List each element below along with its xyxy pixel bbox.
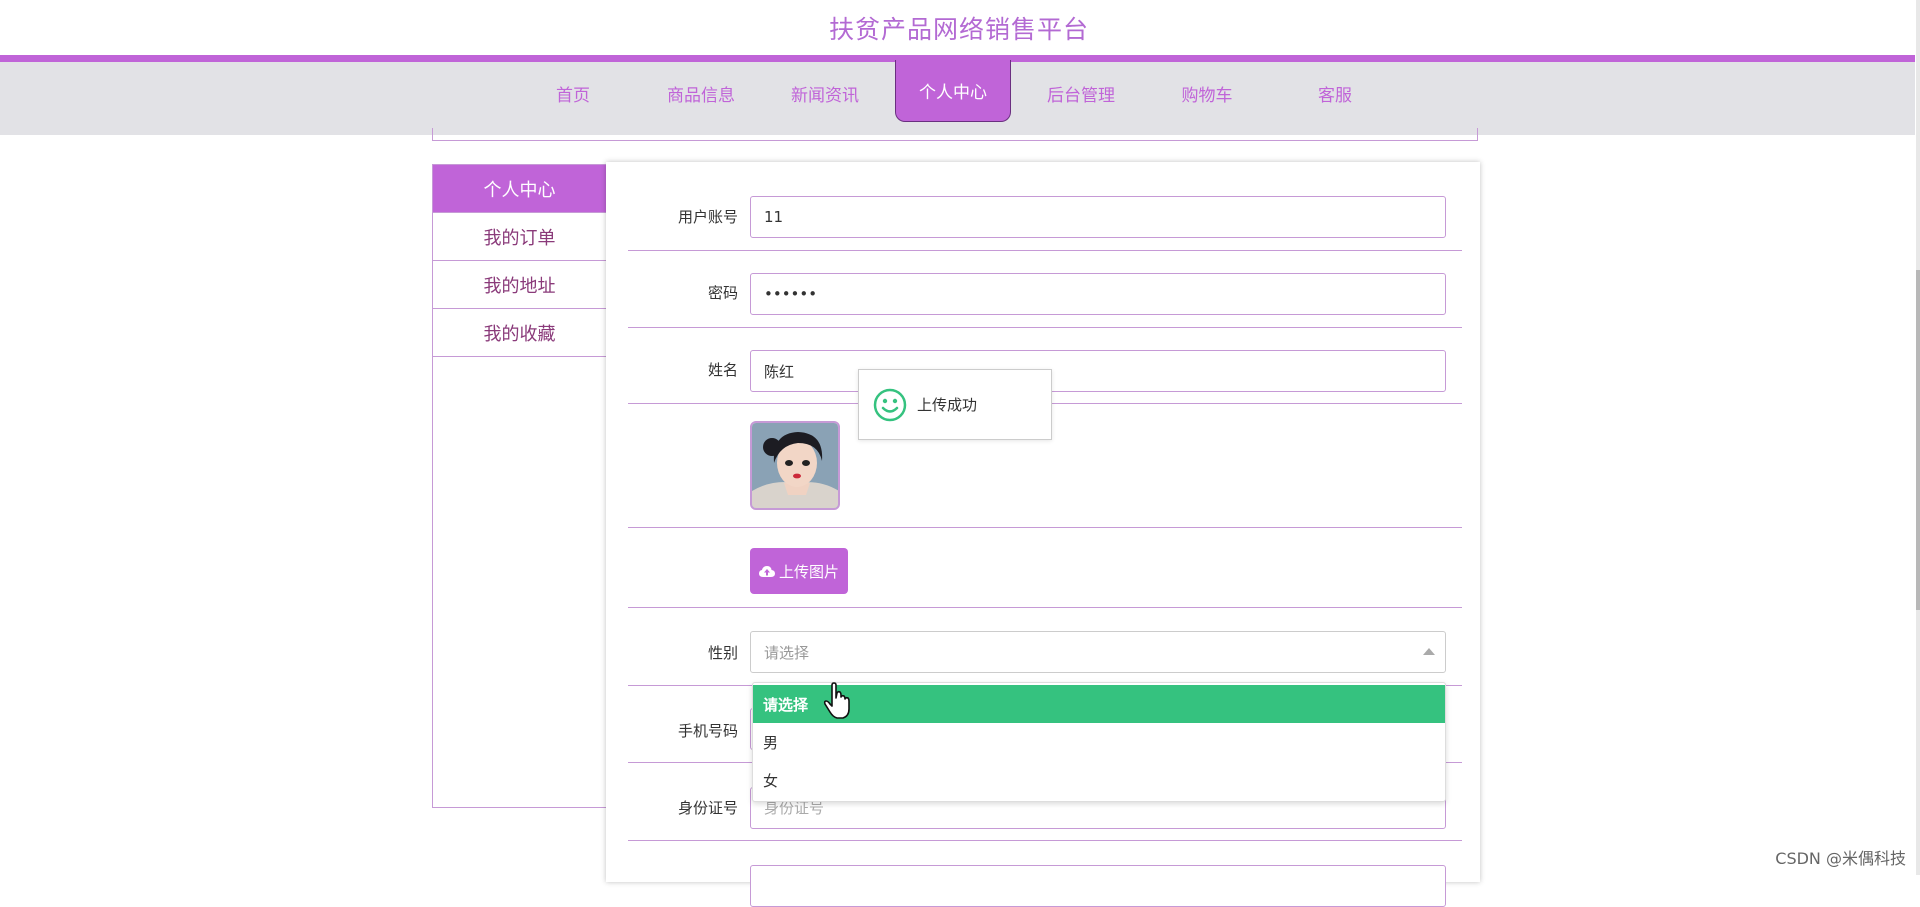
password-label: 密码 (707, 284, 738, 302)
account-input[interactable] (750, 196, 1446, 238)
scrollbar-thumb[interactable] (1916, 270, 1920, 610)
nav-item-service[interactable]: 客服 (1302, 69, 1368, 117)
watermark: CSDN @米偶科技 (1775, 849, 1906, 868)
account-label: 用户账号 (677, 208, 738, 226)
dropdown-option-male[interactable]: 男 (753, 723, 1445, 761)
toast-message: 上传成功 (917, 396, 978, 414)
smile-icon (873, 388, 907, 421)
nav-item-admin[interactable]: 后台管理 (1040, 69, 1122, 117)
caret-up-icon (1423, 648, 1435, 655)
content-top-border (432, 128, 1478, 141)
phone-label: 手机号码 (677, 722, 738, 740)
idcard-label: 身份证号 (677, 799, 738, 817)
password-input[interactable] (750, 273, 1446, 315)
name-label: 姓名 (707, 361, 738, 379)
nav-item-home[interactable]: 首页 (540, 69, 606, 117)
form-row-gender: 性别 请选择 (628, 608, 1462, 686)
sidebar-item-favorites[interactable]: 我的收藏 (433, 309, 606, 357)
hand-cursor-icon (823, 682, 850, 719)
gender-label: 性别 (707, 644, 738, 662)
sidebar: 个人中心 我的订单 我的地址 我的收藏 (432, 164, 607, 808)
nav-item-products[interactable]: 商品信息 (660, 69, 742, 117)
avatar[interactable] (750, 421, 840, 510)
form-row-password: 密码 (628, 251, 1462, 328)
cloud-upload-icon (758, 565, 775, 577)
form-row-account: 用户账号 (628, 162, 1462, 251)
sidebar-item-orders[interactable]: 我的订单 (433, 213, 606, 261)
dropdown-option-placeholder[interactable]: 请选择 (753, 685, 1445, 723)
gender-dropdown: 请选择 男 女 (752, 682, 1446, 802)
main-nav: 首页 商品信息 新闻资讯 个人中心 后台管理 购物车 客服 (0, 55, 1915, 135)
gender-select-value: 请选择 (764, 643, 810, 662)
upload-image-button[interactable]: 上传图片 (750, 548, 848, 594)
nav-item-profile[interactable]: 个人中心 (895, 60, 1011, 122)
name-input[interactable] (750, 350, 1446, 392)
nav-item-news[interactable]: 新闻资讯 (782, 69, 868, 117)
next-input[interactable] (750, 865, 1446, 907)
gender-select[interactable]: 请选择 (750, 631, 1446, 673)
dropdown-option-female[interactable]: 女 (753, 761, 1445, 799)
sidebar-item-address[interactable]: 我的地址 (433, 261, 606, 309)
upload-success-toast: 上传成功 (858, 369, 1052, 440)
sidebar-item-profile[interactable]: 个人中心 (433, 165, 606, 213)
form-row-next (628, 841, 1462, 907)
avatar-image (752, 423, 838, 508)
nav-item-cart[interactable]: 购物车 (1172, 69, 1242, 117)
site-title: 扶贫产品网络销售平台 (828, 14, 1089, 44)
form-row-upload: 上传图片 (628, 528, 1462, 608)
upload-button-label: 上传图片 (778, 562, 839, 581)
